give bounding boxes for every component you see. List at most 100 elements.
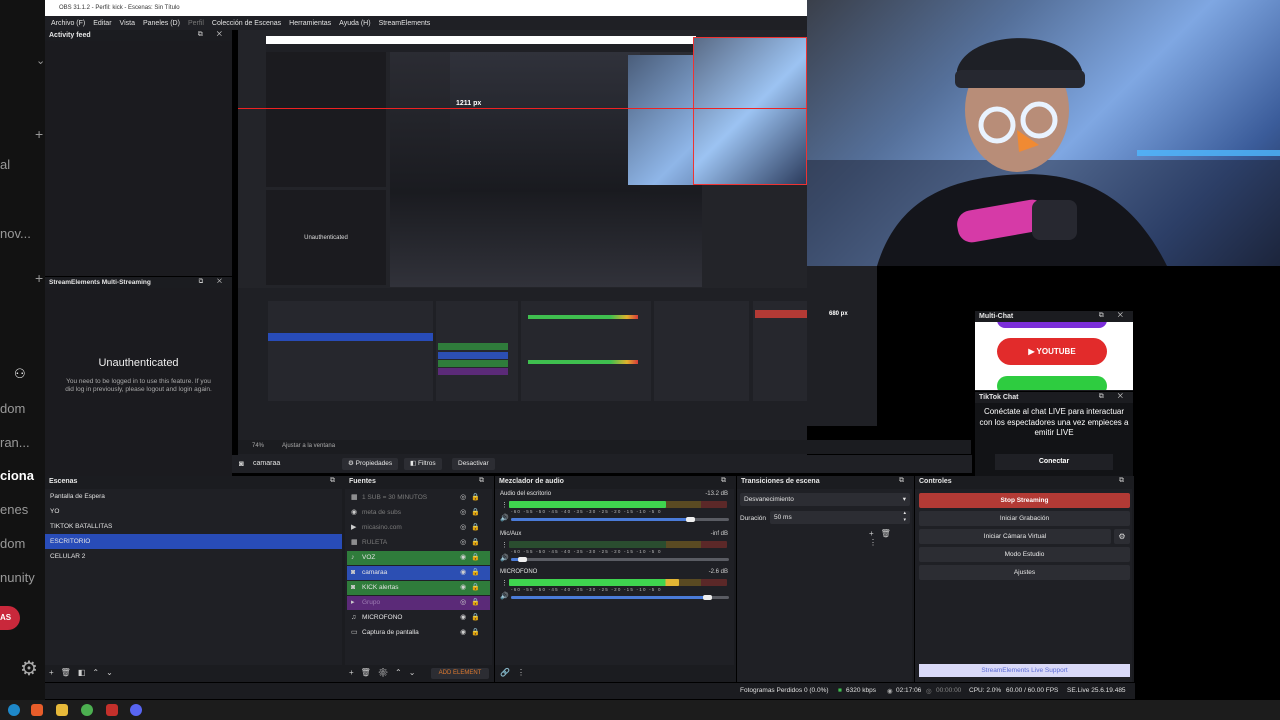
zoom-fit[interactable]: Ajustar a la ventana xyxy=(282,443,335,449)
green-button[interactable] xyxy=(997,376,1107,390)
add-element-button[interactable]: ADD ELEMENT xyxy=(431,668,489,679)
support-button[interactable]: StreamElements Live Support xyxy=(919,664,1130,677)
transition-select[interactable]: Desvanecimiento ▾ xyxy=(740,493,910,506)
dock-controls-icon[interactable]: ⧉ ✕ xyxy=(199,278,228,285)
menu-editar[interactable]: Editar xyxy=(89,20,115,27)
properties-label: Propiedades xyxy=(355,460,393,467)
menu-streamelements[interactable]: StreamElements xyxy=(375,20,435,27)
settings-button[interactable]: Ajustes xyxy=(919,565,1130,580)
dock-float-icon[interactable]: ⧉ xyxy=(899,477,910,484)
volume-slider-knob[interactable] xyxy=(686,517,695,522)
visibility-lock-icons[interactable]: ◉🔒 xyxy=(460,611,485,625)
dock-float-icon[interactable]: ⧉ xyxy=(721,477,732,484)
chevron-down-icon[interactable]: ⌄ xyxy=(409,668,423,677)
channel-menu-icon[interactable]: ⋮ xyxy=(501,541,508,549)
trash-icon[interactable]: 🗑 xyxy=(881,529,898,538)
speaker-icon[interactable]: 🔊 xyxy=(500,514,509,522)
source-item[interactable]: ▭ Captura de pantalla ◉🔒 xyxy=(347,626,490,640)
brave-icon[interactable] xyxy=(31,704,43,716)
start-recording-button[interactable]: Iniciar Grabación xyxy=(919,511,1130,526)
speaker-icon[interactable]: 🔊 xyxy=(500,592,509,600)
dock-float-icon[interactable]: ⧉ xyxy=(479,477,490,484)
folder-icon[interactable] xyxy=(56,704,68,716)
dock-controls-icon[interactable]: ⧉ ✕ xyxy=(1099,312,1129,319)
add-icon[interactable]: + xyxy=(349,668,361,677)
visibility-lock-icons[interactable]: ◎🔒 xyxy=(460,521,485,535)
more-icon[interactable]: ⋮ xyxy=(869,538,884,547)
chevron-down-icon[interactable]: ⌄ xyxy=(106,668,120,677)
source-item[interactable]: ▦ RULETA ◎🔒 xyxy=(347,536,490,550)
add-icon[interactable]: + xyxy=(869,529,881,538)
deactivate-button[interactable]: Desactivar xyxy=(452,458,495,470)
stepper-icon[interactable]: ▴ ▾ xyxy=(903,510,906,524)
youtube-icon: ▶ xyxy=(1028,347,1037,356)
scene-item[interactable]: CELULAR 2 xyxy=(45,549,342,564)
preview-canvas[interactable]: Unauthenticated 1211 px xyxy=(238,30,807,456)
obs-icon[interactable] xyxy=(130,704,142,716)
menu-herramientas[interactable]: Herramientas xyxy=(285,20,335,27)
visibility-lock-icons[interactable]: ◉🔒 xyxy=(460,626,485,640)
add-icon[interactable]: + xyxy=(49,668,61,677)
source-item[interactable]: ◙ KICK alertas ◉🔒 xyxy=(347,581,490,595)
visibility-lock-icons[interactable]: ◎🔒 xyxy=(460,491,485,505)
filters-button[interactable]: ◧ Filtros xyxy=(404,458,442,470)
scene-item[interactable]: Pantalla de Espera xyxy=(45,489,342,504)
source-item[interactable]: ♫ MICROFONO ◉🔒 xyxy=(347,611,490,625)
channel-menu-icon[interactable]: ⋮ xyxy=(501,501,508,509)
studio-mode-button[interactable]: Modo Estudio xyxy=(919,547,1130,562)
visibility-lock-icons[interactable]: ◉🔒 xyxy=(460,551,485,565)
chevron-up-icon[interactable]: ⌃ xyxy=(395,668,409,677)
menu-archivo[interactable]: Archivo (F) xyxy=(47,20,89,27)
menu-coleccion[interactable]: Colección de Escenas xyxy=(208,20,285,27)
source-item[interactable]: ▦ 1 SUB = 30 MINUTOS ◎🔒 xyxy=(347,491,490,505)
chevron-up-icon[interactable]: ⌃ xyxy=(92,668,106,677)
tiktok-connect-button[interactable]: Conectar xyxy=(995,454,1113,470)
volume-slider-knob[interactable] xyxy=(703,595,712,600)
zoom-value[interactable]: 74% xyxy=(252,443,264,449)
source-item[interactable]: ♪ VOZ ◉🔒 xyxy=(347,551,490,565)
menu-ayuda[interactable]: Ayuda (H) xyxy=(335,20,374,27)
link-icon[interactable]: 🔗 xyxy=(500,668,517,677)
dock-float-icon[interactable]: ⧉ xyxy=(1119,477,1130,484)
filter-icon[interactable]: ◧ xyxy=(78,668,93,677)
source-item[interactable]: ◙ camaraa ◉🔒 xyxy=(347,566,490,580)
virtual-camera-button[interactable]: Iniciar Cámara Virtual xyxy=(919,529,1111,544)
gear-icon[interactable]: ⚙ xyxy=(20,656,38,681)
edge-icon[interactable] xyxy=(8,704,20,716)
menu-perfil[interactable]: Perfil xyxy=(184,20,208,27)
visibility-lock-icons[interactable]: ◎🔒 xyxy=(460,536,485,550)
trash-icon[interactable]: 🗑 xyxy=(361,668,378,677)
scene-item-selected[interactable]: ESCRITORIO xyxy=(45,534,342,549)
channel-db: -13.2 dB xyxy=(705,491,728,497)
volume-slider-knob[interactable] xyxy=(518,557,527,562)
scene-item[interactable]: TIKTOK BATALLITAS xyxy=(45,519,342,534)
menu-paneles[interactable]: Paneles (D) xyxy=(139,20,184,27)
dock-float-icon[interactable]: ⧉ xyxy=(330,477,341,484)
source-item[interactable]: ▸ Grupo ◎🔒 xyxy=(347,596,490,610)
visibility-lock-icons[interactable]: ◎🔒 xyxy=(460,596,485,610)
trash-icon[interactable]: 🗑 xyxy=(61,668,78,677)
source-item[interactable]: ▶ micasino.com ◎🔒 xyxy=(347,521,490,535)
visibility-lock-icons[interactable]: ◉🔒 xyxy=(460,581,485,595)
menu-vista[interactable]: Vista xyxy=(116,20,139,27)
app-icon[interactable] xyxy=(106,704,118,716)
speaker-icon[interactable]: 🔊 xyxy=(500,554,509,562)
group-expand-icon[interactable]: ▸ xyxy=(351,596,355,610)
duration-input[interactable]: 50 ms ▴ ▾ xyxy=(770,510,910,524)
more-icon[interactable]: ⋮ xyxy=(517,668,532,677)
volume-slider[interactable] xyxy=(511,558,729,561)
properties-button[interactable]: ⚙ Propiedades xyxy=(342,458,399,470)
dock-controls-icon[interactable]: ⧉ ✕ xyxy=(198,31,228,38)
stop-streaming-button[interactable]: Stop Streaming xyxy=(919,493,1130,508)
visibility-lock-icons[interactable]: ◎🔒 xyxy=(460,506,485,520)
youtube-button[interactable]: ▶ YOUTUBE xyxy=(997,338,1107,365)
visibility-lock-icons[interactable]: ◉🔒 xyxy=(460,566,485,580)
source-item[interactable]: ◉ meta de subs ◎🔒 xyxy=(347,506,490,520)
dock-controls-icon[interactable]: ⧉ ✕ xyxy=(1099,393,1129,400)
scene-item[interactable]: YO xyxy=(45,504,342,519)
virtual-camera-gear-icon[interactable]: ⚙ xyxy=(1114,529,1130,544)
gear-icon[interactable]: ⚙ xyxy=(378,668,395,677)
chrome-icon[interactable] xyxy=(81,704,93,716)
transitions-title: Transiciones de escena xyxy=(741,478,820,485)
channel-menu-icon[interactable]: ⋮ xyxy=(501,579,508,587)
